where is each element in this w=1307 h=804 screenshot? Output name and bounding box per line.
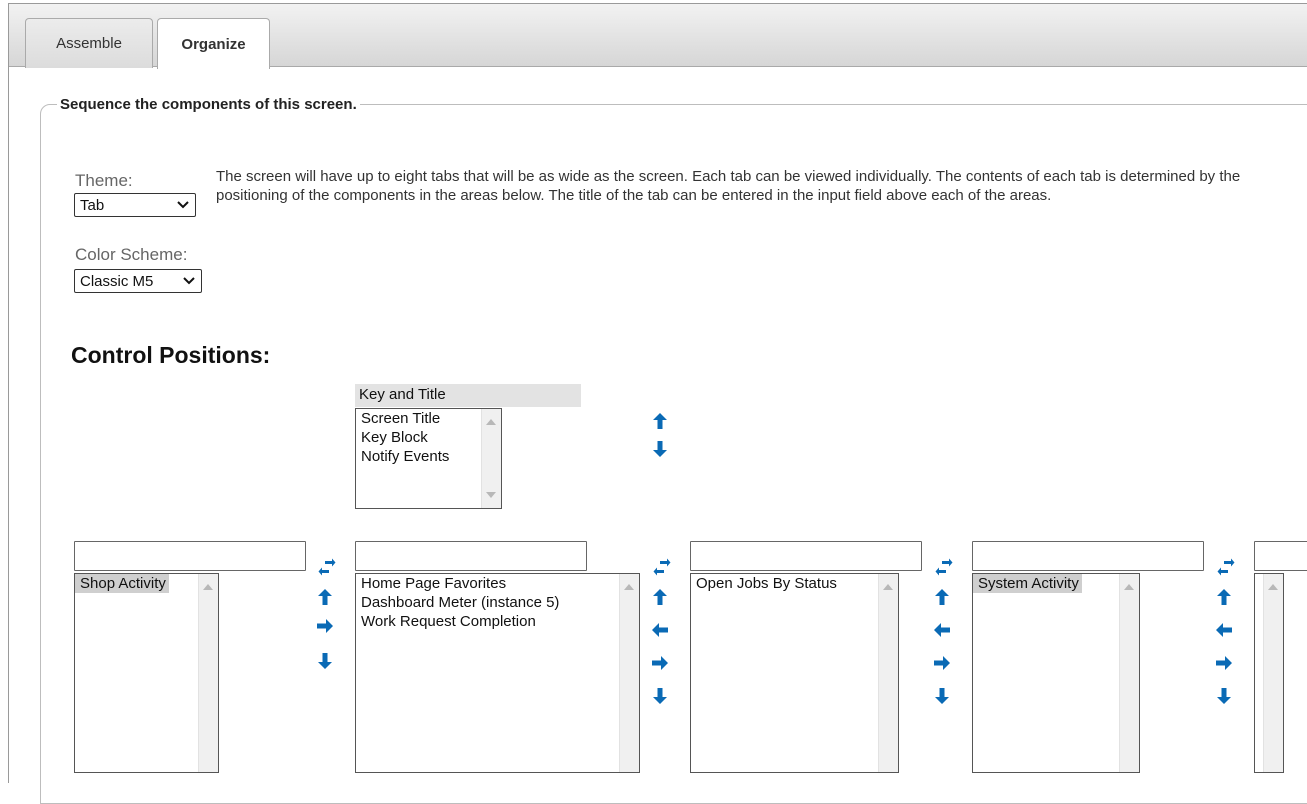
arrow-right-icon[interactable] bbox=[316, 617, 334, 635]
theme-select[interactable]: Tab bbox=[74, 193, 196, 217]
scrollbar[interactable] bbox=[619, 574, 639, 772]
scrollbar[interactable] bbox=[198, 574, 218, 772]
area-3-listbox[interactable]: Open Jobs By Status bbox=[690, 573, 899, 773]
arrow-right-icon[interactable] bbox=[1215, 654, 1233, 672]
color-scheme-select[interactable]: Classic M5 bbox=[74, 269, 202, 293]
list-item[interactable]: Open Jobs By Status bbox=[691, 574, 898, 593]
list-item[interactable]: Home Page Favorites bbox=[356, 574, 639, 593]
chevron-down-icon bbox=[183, 277, 195, 285]
list-item[interactable]: Notify Events bbox=[356, 447, 501, 466]
area-1-title-input[interactable] bbox=[74, 541, 306, 571]
arrow-left-icon[interactable] bbox=[651, 621, 669, 639]
tab-assemble[interactable]: Assemble bbox=[25, 18, 153, 68]
scrollbar[interactable] bbox=[878, 574, 898, 772]
arrow-right-icon[interactable] bbox=[933, 654, 951, 672]
swap-icon[interactable] bbox=[1217, 558, 1235, 576]
arrow-up-icon[interactable] bbox=[651, 412, 669, 430]
arrow-left-icon[interactable] bbox=[933, 621, 951, 639]
scrollbar[interactable] bbox=[1119, 574, 1139, 772]
control-positions-heading: Control Positions: bbox=[71, 342, 271, 368]
list-item[interactable]: Dashboard Meter (instance 5) bbox=[356, 593, 639, 612]
area-4-listbox[interactable]: System Activity bbox=[972, 573, 1140, 773]
list-item[interactable]: Shop Activity bbox=[75, 574, 169, 593]
arrow-down-icon[interactable] bbox=[933, 687, 951, 705]
theme-label: Theme: bbox=[75, 171, 133, 190]
swap-icon[interactable] bbox=[935, 558, 953, 576]
arrow-right-icon[interactable] bbox=[651, 654, 669, 672]
area-2-title-input[interactable] bbox=[355, 541, 587, 571]
arrow-down-icon[interactable] bbox=[651, 440, 669, 458]
arrow-up-icon[interactable] bbox=[651, 588, 669, 606]
key-and-title-listbox[interactable]: Screen Title Key Block Notify Events bbox=[355, 408, 502, 509]
area-3-title-input[interactable] bbox=[690, 541, 922, 571]
list-item[interactable]: System Activity bbox=[973, 574, 1082, 593]
theme-select-value: Tab bbox=[80, 196, 105, 214]
tab-organize-label: Organize bbox=[181, 35, 246, 53]
area-2-listbox[interactable]: Home Page Favorites Dashboard Meter (ins… bbox=[355, 573, 640, 773]
fieldset-legend: Sequence the components of this screen. bbox=[57, 96, 360, 113]
arrow-up-icon[interactable] bbox=[316, 588, 334, 606]
arrow-down-icon[interactable] bbox=[1215, 687, 1233, 705]
arrow-down-icon[interactable] bbox=[316, 652, 334, 670]
area-4-title-input[interactable] bbox=[972, 541, 1204, 571]
tab-organize[interactable]: Organize bbox=[157, 18, 270, 69]
scrollbar[interactable] bbox=[481, 409, 501, 508]
scrollbar[interactable] bbox=[1263, 574, 1283, 772]
chevron-down-icon bbox=[177, 201, 189, 209]
key-and-title-header: Key and Title bbox=[355, 384, 581, 407]
color-scheme-select-value: Classic M5 bbox=[80, 272, 154, 290]
description-text: The screen will have up to eight tabs th… bbox=[216, 168, 1241, 204]
area-5-listbox[interactable] bbox=[1254, 573, 1284, 773]
color-scheme-label: Color Scheme: bbox=[75, 245, 188, 264]
list-item[interactable]: Work Request Completion bbox=[356, 612, 639, 631]
swap-icon[interactable] bbox=[653, 558, 671, 576]
list-item[interactable]: Key Block bbox=[356, 428, 501, 447]
arrow-up-icon[interactable] bbox=[933, 588, 951, 606]
swap-icon[interactable] bbox=[318, 558, 336, 576]
arrow-left-icon[interactable] bbox=[1215, 621, 1233, 639]
list-item[interactable]: Screen Title bbox=[356, 409, 501, 428]
arrow-up-icon[interactable] bbox=[1215, 588, 1233, 606]
area-1-listbox[interactable]: Shop Activity bbox=[74, 573, 219, 773]
tab-assemble-label: Assemble bbox=[56, 35, 122, 52]
area-5-title-input[interactable] bbox=[1254, 541, 1307, 571]
arrow-down-icon[interactable] bbox=[651, 687, 669, 705]
tab-bar: Assemble Organize bbox=[9, 4, 1307, 69]
